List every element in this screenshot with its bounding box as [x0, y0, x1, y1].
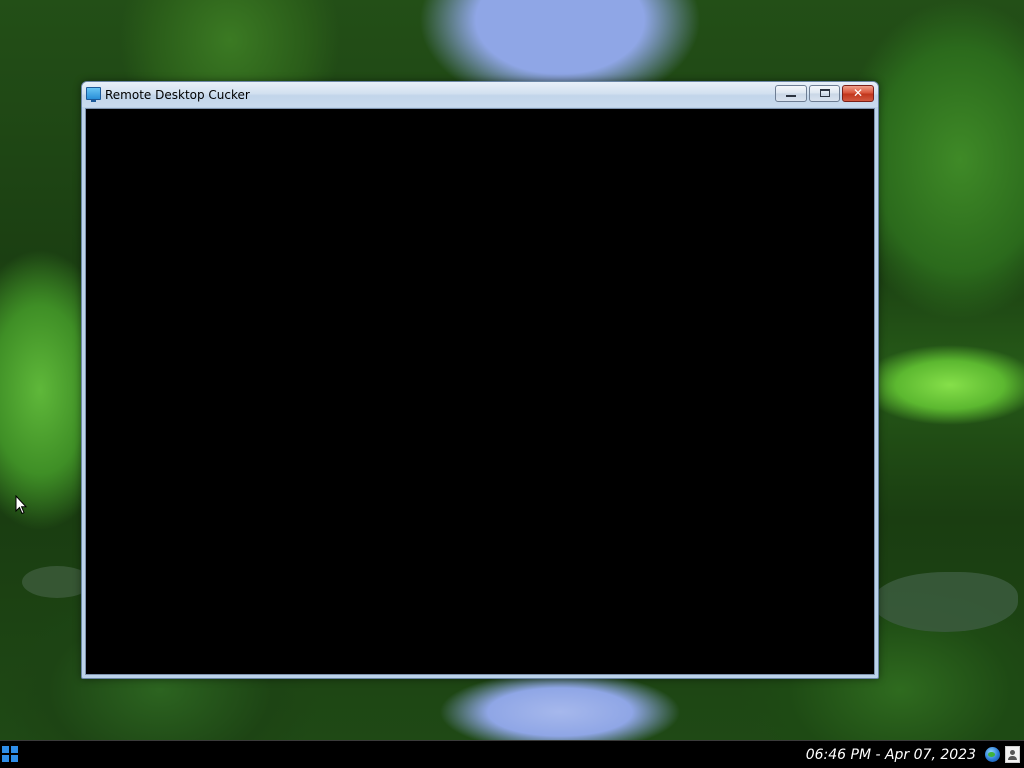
user-icon[interactable] [1005, 746, 1020, 763]
minimize-button[interactable] [775, 85, 807, 102]
start-tile [11, 746, 18, 753]
window-titlebar[interactable]: Remote Desktop Cucker ✕ [82, 82, 878, 107]
remote-session-viewport[interactable] [85, 108, 875, 675]
monitor-icon[interactable] [86, 87, 101, 102]
maximize-icon [820, 89, 830, 97]
desktop-screen: Remote Desktop Cucker ✕ 06:46 PM - Apr 0… [0, 0, 1024, 768]
taskbar-clock[interactable]: 06:46 PM - Apr 07, 2023 [806, 746, 976, 764]
close-icon: ✕ [852, 86, 864, 100]
close-button[interactable]: ✕ [842, 85, 874, 102]
start-menu-icon[interactable] [2, 746, 18, 762]
arrow-cursor-icon [15, 495, 27, 515]
start-tile [11, 755, 18, 762]
window-title: Remote Desktop Cucker [105, 88, 250, 102]
minimize-icon [786, 95, 796, 97]
taskbar: 06:46 PM - Apr 07, 2023 [0, 740, 1024, 768]
start-tile [2, 755, 9, 762]
maximize-button[interactable] [809, 85, 840, 102]
start-tile [2, 746, 9, 753]
remote-desktop-window[interactable]: Remote Desktop Cucker ✕ [81, 81, 879, 679]
lily-pad-decoration [872, 572, 1018, 632]
globe-network-icon[interactable] [985, 747, 1000, 762]
